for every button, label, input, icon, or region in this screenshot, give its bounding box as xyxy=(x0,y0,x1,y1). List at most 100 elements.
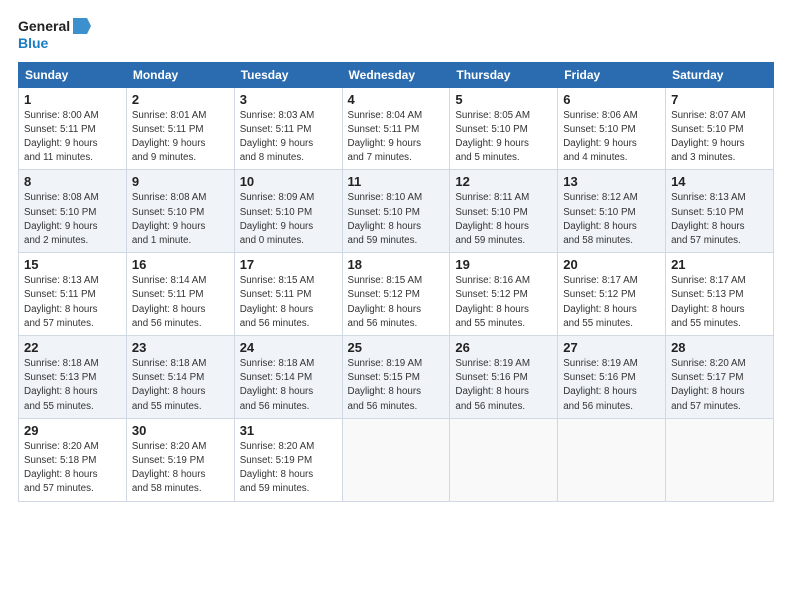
calendar-cell: 17 Sunrise: 8:15 AMSunset: 5:11 PMDayligh… xyxy=(234,253,342,336)
weekday-sunday: Sunday xyxy=(19,62,127,87)
calendar-cell: 21Sunrise: 8:17 AMSunset: 5:13 PMDayligh… xyxy=(666,253,774,336)
day-info: Sunrise: 8:13 AMSunset: 5:11 PMDaylight:… xyxy=(24,274,121,331)
day-info: Sunrise: 8:17 AMSunset: 5:13 PMDaylight:… xyxy=(671,274,768,331)
day-info: Sunrise: 8:01 AMSunset: 5:11 PMDaylight:… xyxy=(132,109,229,166)
weekday-tuesday: Tuesday xyxy=(234,62,342,87)
day-info: Sunrise: 8:00 AMSunset: 5:11 PMDaylight:… xyxy=(24,109,121,166)
day-number: 3 xyxy=(240,92,337,107)
page: General Blue SundayMondayTuesdayWednesda… xyxy=(0,0,792,512)
day-number: 31 xyxy=(240,423,337,438)
day-number: 24 xyxy=(240,340,337,355)
day-info: Sunrise: 8:18 AMSunset: 5:14 PMDaylight:… xyxy=(132,357,229,414)
calendar-week-3: 15 Sunrise: 8:13 AMSunset: 5:11 PMDayligh… xyxy=(19,253,774,336)
day-info: Sunrise: 8:07 AMSunset: 5:10 PMDaylight:… xyxy=(671,109,768,166)
calendar: SundayMondayTuesdayWednesdayThursdayFrid… xyxy=(18,62,774,502)
calendar-cell: 23 Sunrise: 8:18 AMSunset: 5:14 PMDayligh… xyxy=(126,336,234,419)
day-info: Sunrise: 8:08 AMSunset: 5:10 PMDaylight:… xyxy=(132,191,229,248)
calendar-cell xyxy=(558,418,666,501)
calendar-cell: 10 Sunrise: 8:09 AMSunset: 5:10 PMDayligh… xyxy=(234,170,342,253)
day-number: 4 xyxy=(348,92,445,107)
logo: General Blue xyxy=(18,18,91,52)
calendar-week-4: 22Sunrise: 8:18 AMSunset: 5:13 PMDayligh… xyxy=(19,336,774,419)
calendar-cell: 13 Sunrise: 8:12 AMSunset: 5:10 PMDayligh… xyxy=(558,170,666,253)
calendar-cell: 28 Sunrise: 8:20 AMSunset: 5:17 PMDayligh… xyxy=(666,336,774,419)
weekday-friday: Friday xyxy=(558,62,666,87)
day-number: 17 xyxy=(240,257,337,272)
day-number: 14 xyxy=(671,174,768,189)
calendar-cell: 5 Sunrise: 8:05 AMSunset: 5:10 PMDaylight… xyxy=(450,87,558,170)
calendar-cell: 12 Sunrise: 8:11 AMSunset: 5:10 PMDayligh… xyxy=(450,170,558,253)
day-number: 11 xyxy=(348,174,445,189)
day-info: Sunrise: 8:14 AMSunset: 5:11 PMDaylight:… xyxy=(132,274,229,331)
calendar-cell: 1 Sunrise: 8:00 AMSunset: 5:11 PMDaylight… xyxy=(19,87,127,170)
calendar-cell xyxy=(342,418,450,501)
calendar-cell: 20 Sunrise: 8:17 AMSunset: 5:12 PMDayligh… xyxy=(558,253,666,336)
day-number: 6 xyxy=(563,92,660,107)
day-number: 13 xyxy=(563,174,660,189)
day-info: Sunrise: 8:06 AMSunset: 5:10 PMDaylight:… xyxy=(563,109,660,166)
calendar-cell: 15 Sunrise: 8:13 AMSunset: 5:11 PMDayligh… xyxy=(19,253,127,336)
day-number: 18 xyxy=(348,257,445,272)
calendar-cell: 2 Sunrise: 8:01 AMSunset: 5:11 PMDaylight… xyxy=(126,87,234,170)
day-number: 2 xyxy=(132,92,229,107)
day-info: Sunrise: 8:05 AMSunset: 5:10 PMDaylight:… xyxy=(455,109,552,166)
calendar-cell: 25Sunrise: 8:19 AMSunset: 5:15 PMDayligh… xyxy=(342,336,450,419)
day-number: 5 xyxy=(455,92,552,107)
day-info: Sunrise: 8:15 AMSunset: 5:11 PMDaylight:… xyxy=(240,274,337,331)
day-info: Sunrise: 8:17 AMSunset: 5:12 PMDaylight:… xyxy=(563,274,660,331)
day-number: 23 xyxy=(132,340,229,355)
day-number: 27 xyxy=(563,340,660,355)
day-number: 20 xyxy=(563,257,660,272)
day-number: 8 xyxy=(24,174,121,189)
logo-text: General Blue xyxy=(18,18,91,52)
day-info: Sunrise: 8:08 AMSunset: 5:10 PMDaylight:… xyxy=(24,191,121,248)
logo-arrow-icon xyxy=(73,18,91,34)
calendar-cell: 11 Sunrise: 8:10 AMSunset: 5:10 PMDayligh… xyxy=(342,170,450,253)
day-info: Sunrise: 8:04 AMSunset: 5:11 PMDaylight:… xyxy=(348,109,445,166)
calendar-cell: 26 Sunrise: 8:19 AMSunset: 5:16 PMDayligh… xyxy=(450,336,558,419)
calendar-cell: 9 Sunrise: 8:08 AMSunset: 5:10 PMDaylight… xyxy=(126,170,234,253)
day-number: 10 xyxy=(240,174,337,189)
day-info: Sunrise: 8:09 AMSunset: 5:10 PMDaylight:… xyxy=(240,191,337,248)
header: General Blue xyxy=(18,18,774,52)
calendar-cell: 6 Sunrise: 8:06 AMSunset: 5:10 PMDaylight… xyxy=(558,87,666,170)
calendar-cell: 8 Sunrise: 8:08 AMSunset: 5:10 PMDaylight… xyxy=(19,170,127,253)
calendar-cell: 7 Sunrise: 8:07 AMSunset: 5:10 PMDaylight… xyxy=(666,87,774,170)
day-info: Sunrise: 8:03 AMSunset: 5:11 PMDaylight:… xyxy=(240,109,337,166)
day-number: 12 xyxy=(455,174,552,189)
calendar-cell xyxy=(666,418,774,501)
weekday-monday: Monday xyxy=(126,62,234,87)
day-number: 28 xyxy=(671,340,768,355)
calendar-cell: 31 Sunrise: 8:20 AMSunset: 5:19 PMDayligh… xyxy=(234,418,342,501)
day-info: Sunrise: 8:16 AMSunset: 5:12 PMDaylight:… xyxy=(455,274,552,331)
day-info: Sunrise: 8:18 AMSunset: 5:14 PMDaylight:… xyxy=(240,357,337,414)
calendar-cell: 14Sunrise: 8:13 AMSunset: 5:10 PMDayligh… xyxy=(666,170,774,253)
calendar-cell: 29 Sunrise: 8:20 AMSunset: 5:18 PMDayligh… xyxy=(19,418,127,501)
day-number: 29 xyxy=(24,423,121,438)
calendar-cell: 27Sunrise: 8:19 AMSunset: 5:16 PMDayligh… xyxy=(558,336,666,419)
calendar-cell: 16 Sunrise: 8:14 AMSunset: 5:11 PMDayligh… xyxy=(126,253,234,336)
calendar-cell: 19Sunrise: 8:16 AMSunset: 5:12 PMDayligh… xyxy=(450,253,558,336)
calendar-cell xyxy=(450,418,558,501)
day-number: 26 xyxy=(455,340,552,355)
calendar-cell: 4 Sunrise: 8:04 AMSunset: 5:11 PMDaylight… xyxy=(342,87,450,170)
calendar-week-5: 29 Sunrise: 8:20 AMSunset: 5:18 PMDayligh… xyxy=(19,418,774,501)
day-number: 7 xyxy=(671,92,768,107)
day-info: Sunrise: 8:20 AMSunset: 5:19 PMDaylight:… xyxy=(240,440,337,497)
calendar-cell: 18Sunrise: 8:15 AMSunset: 5:12 PMDayligh… xyxy=(342,253,450,336)
weekday-header-row: SundayMondayTuesdayWednesdayThursdayFrid… xyxy=(19,62,774,87)
calendar-cell: 24 Sunrise: 8:18 AMSunset: 5:14 PMDayligh… xyxy=(234,336,342,419)
day-info: Sunrise: 8:11 AMSunset: 5:10 PMDaylight:… xyxy=(455,191,552,248)
day-info: Sunrise: 8:20 AMSunset: 5:17 PMDaylight:… xyxy=(671,357,768,414)
day-number: 16 xyxy=(132,257,229,272)
calendar-cell: 22Sunrise: 8:18 AMSunset: 5:13 PMDayligh… xyxy=(19,336,127,419)
day-number: 9 xyxy=(132,174,229,189)
weekday-saturday: Saturday xyxy=(666,62,774,87)
day-info: Sunrise: 8:12 AMSunset: 5:10 PMDaylight:… xyxy=(563,191,660,248)
day-number: 1 xyxy=(24,92,121,107)
day-info: Sunrise: 8:10 AMSunset: 5:10 PMDaylight:… xyxy=(348,191,445,248)
day-info: Sunrise: 8:19 AMSunset: 5:16 PMDaylight:… xyxy=(455,357,552,414)
day-info: Sunrise: 8:20 AMSunset: 5:18 PMDaylight:… xyxy=(24,440,121,497)
day-number: 25 xyxy=(348,340,445,355)
day-number: 15 xyxy=(24,257,121,272)
